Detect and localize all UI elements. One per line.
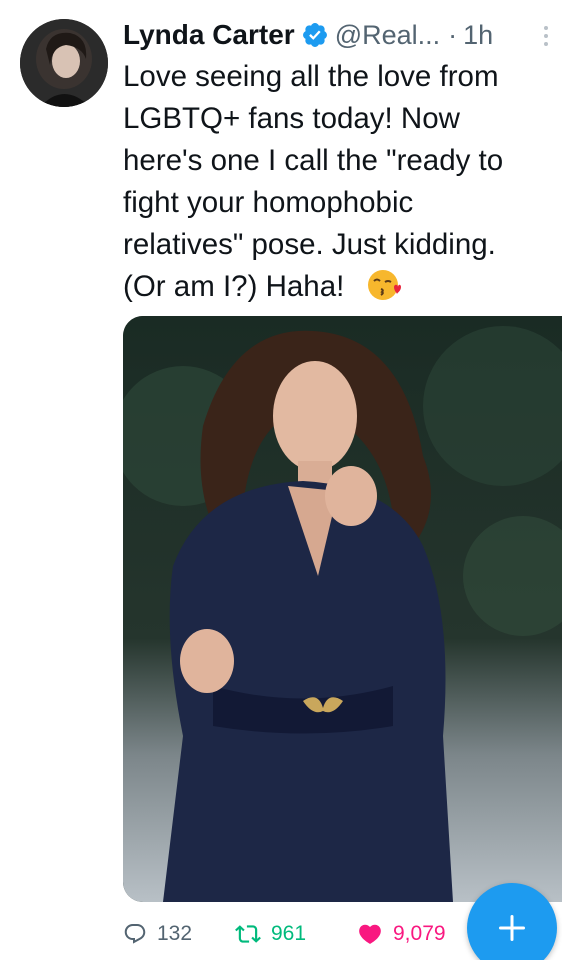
- retweet-count: 961: [271, 922, 307, 945]
- timestamp[interactable]: 1h: [463, 20, 493, 51]
- more-vertical-icon[interactable]: [539, 24, 553, 48]
- retweet-icon: [235, 925, 261, 943]
- display-name[interactable]: Lynda Carter: [123, 19, 295, 51]
- kiss-emoji-icon: [367, 268, 401, 302]
- tweet-header: Lynda Carter @Real... · 1h: [123, 16, 553, 54]
- plus-icon: [499, 915, 525, 941]
- user-handle[interactable]: @Real...: [335, 20, 440, 51]
- reply-icon: [124, 924, 146, 944]
- tweet[interactable]: Lynda Carter @Real... · 1h Love seeing a…: [0, 0, 562, 960]
- like-count: 9,079: [393, 922, 446, 945]
- tweet-photo[interactable]: [123, 316, 562, 902]
- separator-dot: ·: [448, 19, 458, 50]
- like-button[interactable]: 9,079: [357, 918, 446, 950]
- reply-count: 132: [157, 922, 193, 945]
- tweet-text: Love seeing all the love from LGBTQ+ fan…: [123, 60, 504, 303]
- verified-badge-icon: [301, 21, 329, 49]
- heart-icon: [359, 924, 381, 944]
- retweet-button[interactable]: 961: [235, 918, 306, 950]
- reply-button[interactable]: 132: [123, 918, 192, 950]
- avatar[interactable]: [20, 19, 108, 107]
